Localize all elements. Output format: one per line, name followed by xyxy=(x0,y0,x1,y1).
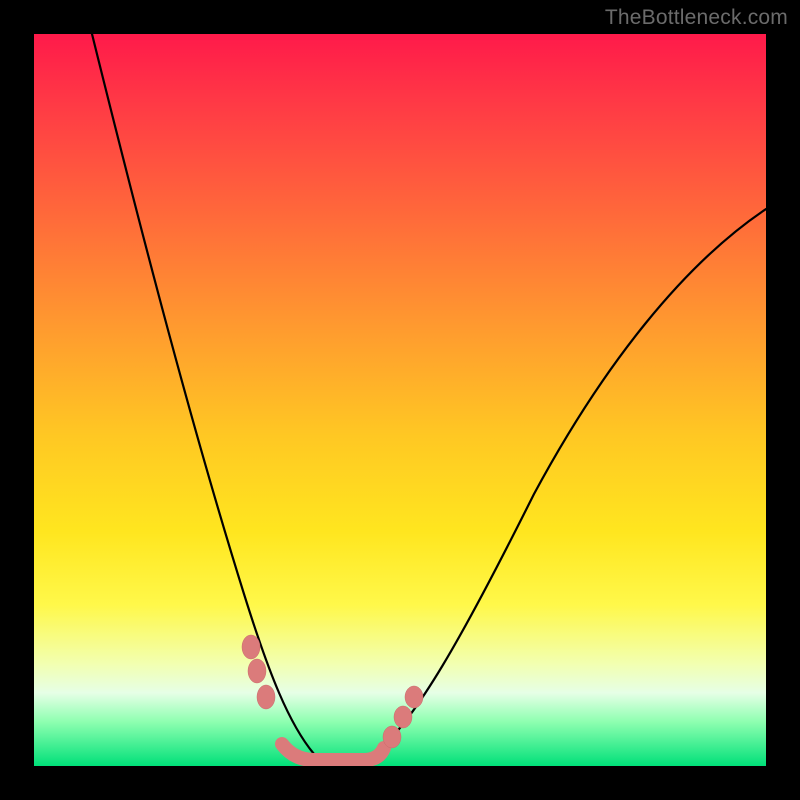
chart-frame: TheBottleneck.com xyxy=(0,0,800,800)
scatter-point xyxy=(394,706,412,728)
chart-svg xyxy=(34,34,766,766)
bottleneck-curve xyxy=(92,34,766,762)
plot-area xyxy=(34,34,766,766)
scatter-point xyxy=(242,635,260,659)
scatter-point xyxy=(257,685,275,709)
scatter-point xyxy=(248,659,266,683)
watermark-text: TheBottleneck.com xyxy=(605,6,788,30)
trough-band xyxy=(282,744,384,760)
scatter-point xyxy=(383,726,401,748)
scatter-point xyxy=(405,686,423,708)
